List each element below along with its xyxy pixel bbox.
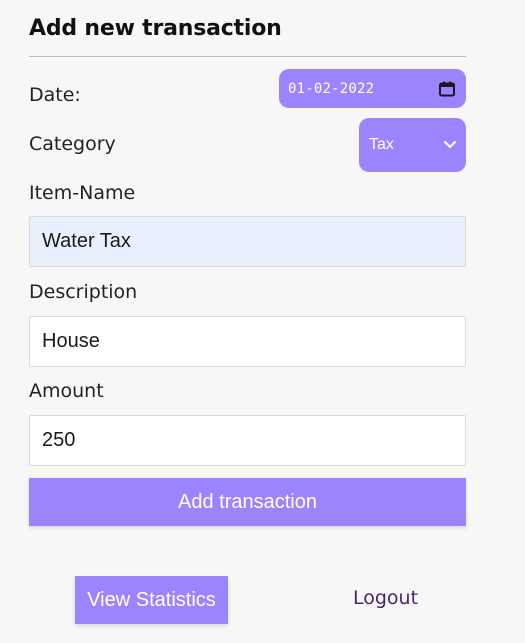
description-value: House [42, 330, 100, 352]
description-input[interactable]: House [29, 316, 466, 367]
category-selected-value: Tax [369, 136, 394, 153]
date-picker[interactable]: 01-02-2022 [279, 69, 466, 108]
category-label: Category [29, 133, 116, 155]
add-transaction-button[interactable]: Add transaction [29, 478, 466, 526]
view-statistics-button[interactable]: View Statistics [75, 576, 228, 624]
date-value: 01-02-2022 [288, 80, 375, 97]
amount-value: 250 [42, 429, 76, 451]
description-label: Description [29, 281, 138, 303]
item-name-input[interactable]: Water Tax [29, 216, 466, 267]
logout-link[interactable]: Logout [353, 587, 418, 609]
title-divider [29, 56, 466, 57]
calendar-icon[interactable] [438, 80, 456, 98]
amount-label: Amount [29, 380, 104, 402]
category-select[interactable]: Tax [359, 118, 466, 172]
date-label: Date: [29, 84, 81, 106]
item-name-value: Water Tax [42, 230, 131, 252]
item-name-label: Item-Name [29, 182, 136, 204]
form-title: Add new transaction [29, 16, 282, 41]
amount-input[interactable]: 250 [29, 415, 466, 466]
chevron-down-icon [444, 136, 456, 154]
